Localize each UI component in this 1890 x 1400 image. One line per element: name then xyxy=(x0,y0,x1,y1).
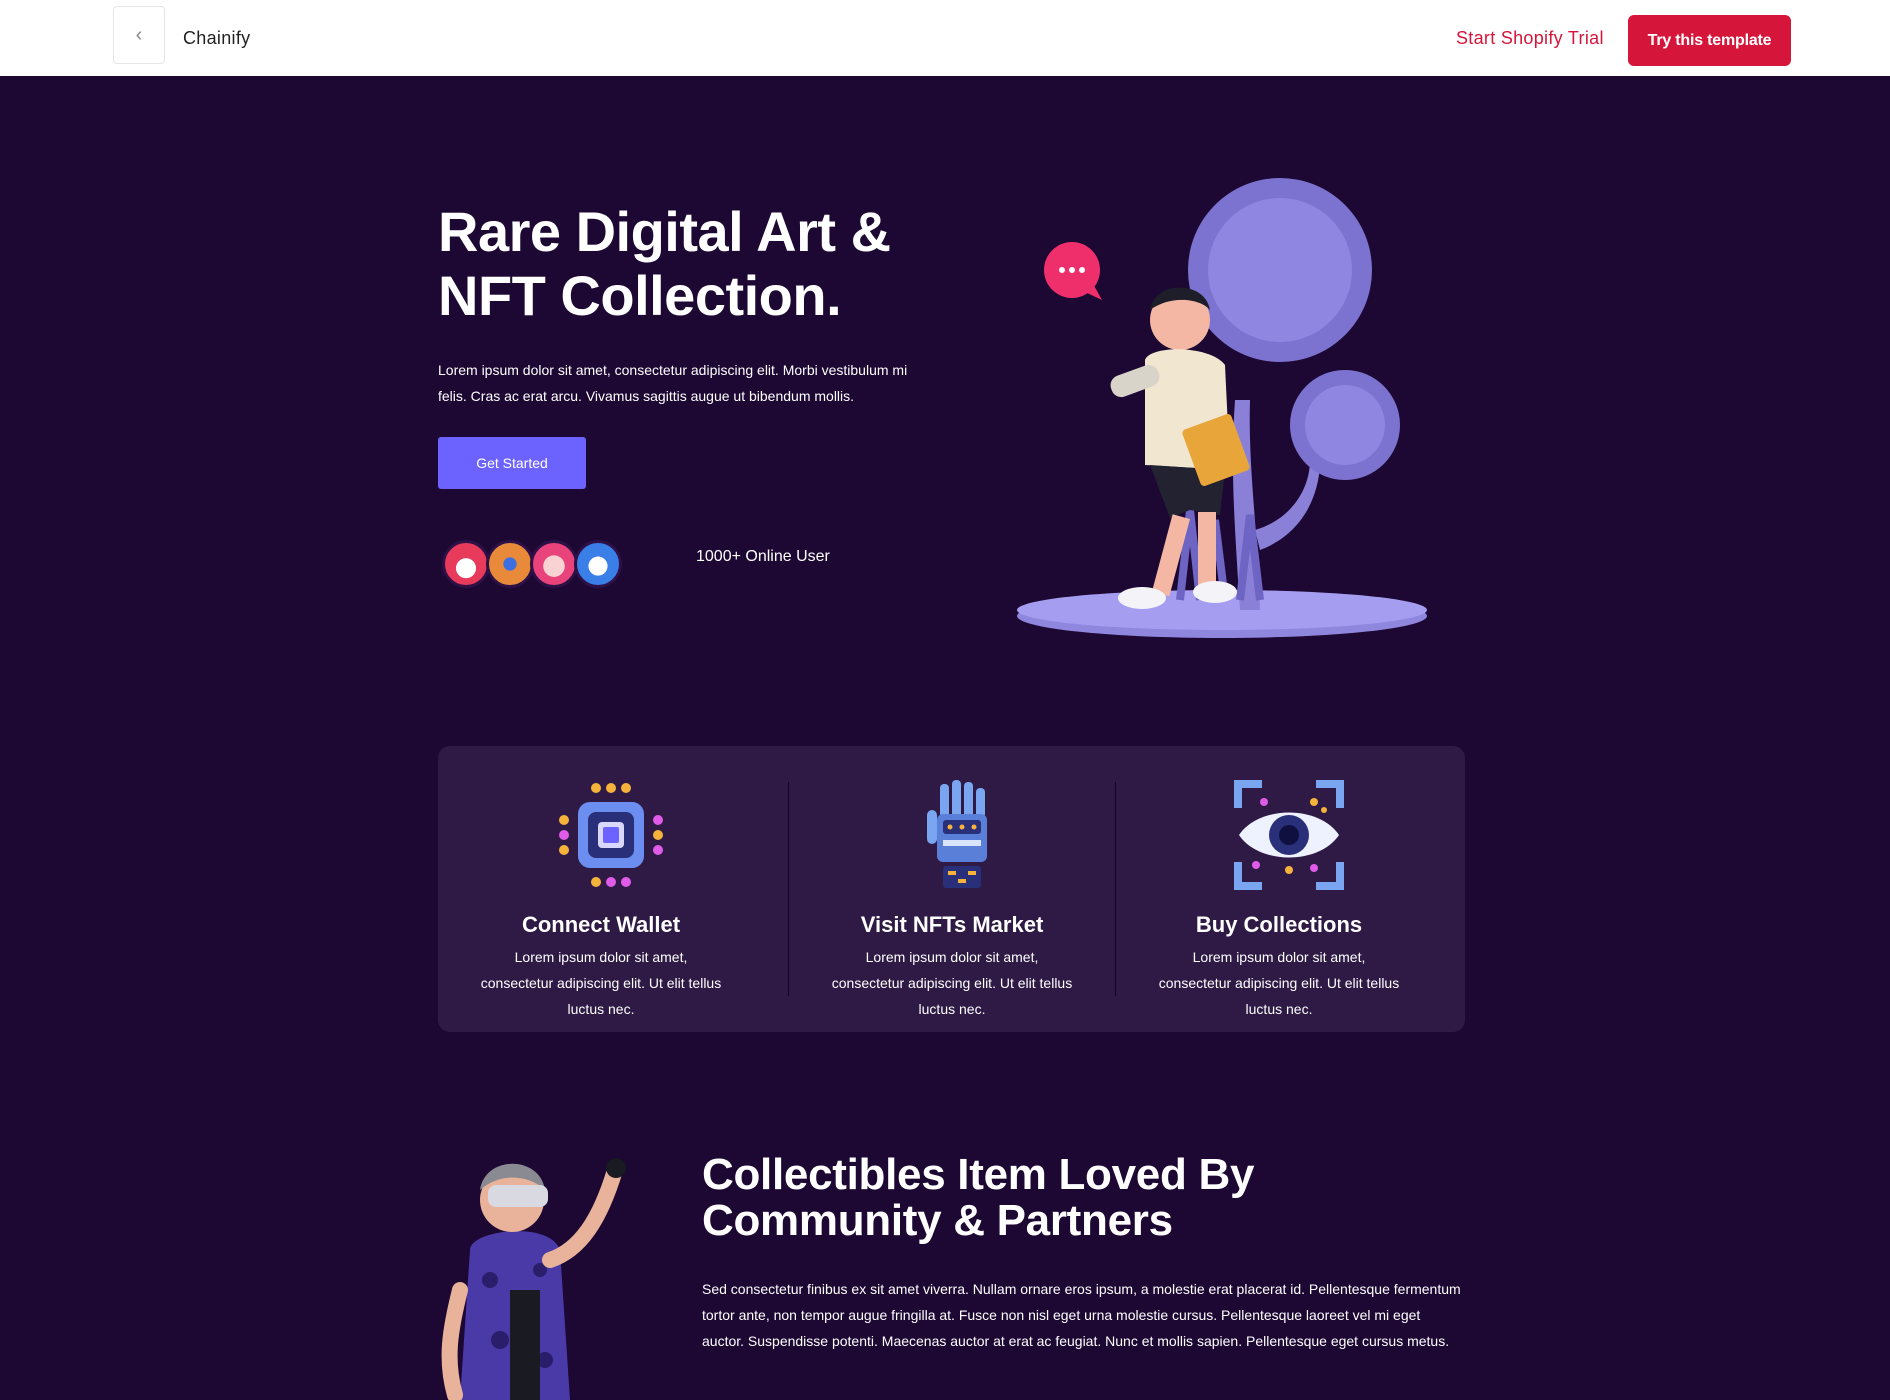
top-bar: ‹ Chainify Start Shopify Trial Try this … xyxy=(0,0,1890,76)
community-title: Collectibles Item Loved By Community & P… xyxy=(702,1150,1255,1245)
hero-illustration xyxy=(1017,178,1427,638)
feature-title: Connect Wallet xyxy=(521,912,681,937)
avatar xyxy=(530,540,578,588)
online-user-count: 1000+ Online User xyxy=(696,548,830,565)
feature-title: Buy Collections xyxy=(1195,912,1363,937)
robot-hand-icon xyxy=(927,780,987,888)
feature-visit-market[interactable]: Visit NFTs Market Lorem ipsum dolor sit … xyxy=(789,746,1115,1032)
feature-buy-collections[interactable]: Buy Collections Lorem ipsum dolor sit am… xyxy=(1116,746,1442,1032)
hero-title: Rare Digital Art & NFT Collection. xyxy=(438,200,891,327)
vr-person-illustration xyxy=(441,1158,626,1400)
community-description: Sed consectetur finibus ex sit amet vive… xyxy=(702,1281,1461,1349)
get-started-button[interactable]: Get Started xyxy=(438,437,586,489)
chip-icon xyxy=(559,783,663,887)
feature-description: Lorem ipsum dolor sit amet, consectetur … xyxy=(831,949,1073,1017)
try-template-button[interactable]: Try this template xyxy=(1628,15,1791,66)
feature-description: Lorem ipsum dolor sit amet, consectetur … xyxy=(480,949,722,1017)
avatar xyxy=(486,540,534,588)
hero-description: Lorem ipsum dolor sit amet, consectetur … xyxy=(438,362,908,404)
feature-title: Visit NFTs Market xyxy=(860,912,1044,937)
avatar xyxy=(574,540,622,588)
brand-name: Chainify xyxy=(183,28,251,48)
back-button[interactable]: ‹ xyxy=(113,6,165,64)
eye-scan-icon xyxy=(1234,780,1344,890)
user-avatars xyxy=(442,540,622,588)
start-trial-link[interactable]: Start Shopify Trial xyxy=(1456,28,1604,49)
chevron-left-icon: ‹ xyxy=(135,23,143,46)
feature-connect-wallet[interactable]: Connect Wallet Lorem ipsum dolor sit ame… xyxy=(438,746,764,1032)
avatar xyxy=(442,540,490,588)
features-card: Connect Wallet Lorem ipsum dolor sit ame… xyxy=(438,746,1465,1032)
feature-description: Lorem ipsum dolor sit amet, consectetur … xyxy=(1158,949,1400,1017)
